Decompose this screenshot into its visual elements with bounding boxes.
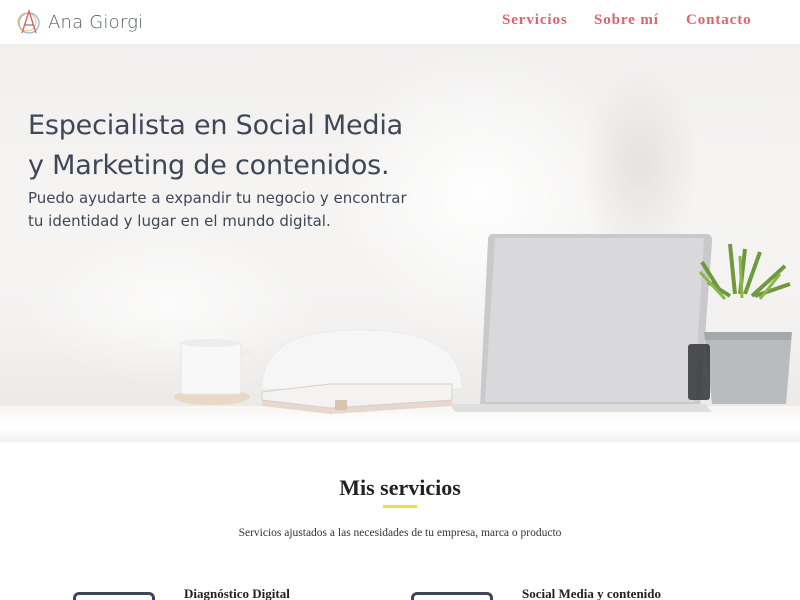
- hero-title-line2: y Marketing de contenidos.: [28, 150, 390, 181]
- letter-a-circle-logo-icon: [17, 8, 40, 34]
- brand-logo[interactable]: Ana Giorgi: [16, 7, 143, 37]
- site-header: Ana Giorgi Servicios Sobre mí Contacto: [0, 0, 800, 44]
- speaker-shape: [688, 344, 710, 400]
- hero-illustration: [174, 234, 792, 414]
- service-card-title-diagnostico[interactable]: Diagnóstico Digital: [184, 586, 290, 600]
- hero-title: Especialista en Social Media y Marketing…: [28, 106, 448, 186]
- monitor-icon: [73, 592, 155, 600]
- services-title: Mis servicios: [339, 475, 461, 500]
- hero-section: Especialista en Social Media y Marketing…: [0, 44, 800, 442]
- laptop-shape: [450, 234, 713, 412]
- coffee-mug-shape: [174, 339, 260, 405]
- plant-shape: [698, 243, 792, 404]
- monitor-icon: [411, 592, 493, 600]
- notebook-shape: [261, 383, 453, 414]
- nav-contacto-link[interactable]: Contacto: [686, 12, 752, 29]
- brand-name: Ana Giorgi: [48, 11, 144, 33]
- chair-shape: [261, 329, 463, 390]
- hero-subtitle-line2: tu identidad y lugar en el mundo digital…: [28, 212, 331, 230]
- services-title-underline: [383, 505, 417, 508]
- nav-sobre-mi-link[interactable]: Sobre mí: [594, 12, 659, 29]
- hero-subtitle-line1: Puedo ayudarte a expandir tu negocio y e…: [28, 189, 407, 207]
- nav-servicios-link[interactable]: Servicios: [502, 12, 568, 29]
- services-subtitle: Servicios ajustados a las necesidades de…: [238, 527, 562, 539]
- service-card-title-social-media[interactable]: Social Media y contenido: [522, 586, 661, 600]
- hero-subtitle: Puedo ayudarte a expandir tu negocio y e…: [28, 187, 428, 233]
- hero-title-line1: Especialista en Social Media: [28, 110, 403, 141]
